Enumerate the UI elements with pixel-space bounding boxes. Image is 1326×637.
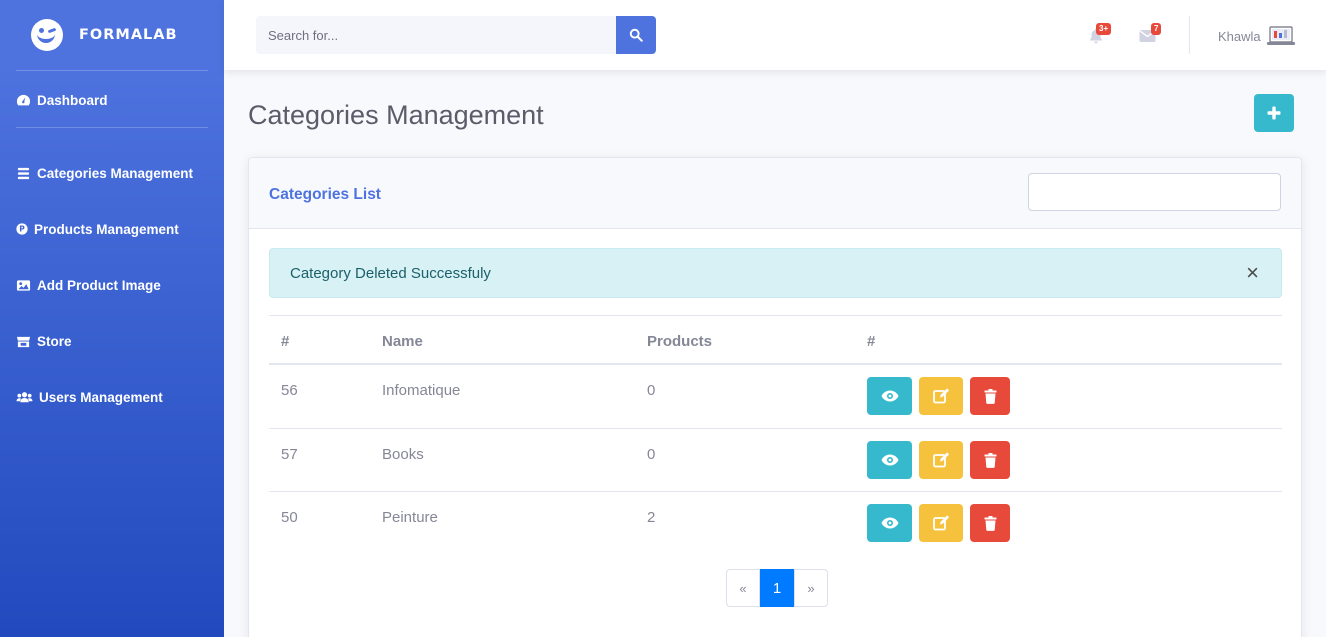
view-button[interactable] <box>867 504 912 542</box>
pagination-page-current[interactable]: 1 <box>760 569 794 607</box>
brand-name: FORMALAB <box>79 27 178 43</box>
table-header: # Name Products # <box>269 315 1282 365</box>
brand[interactable]: FORMALAB <box>0 0 224 70</box>
plus-icon <box>1267 106 1281 120</box>
topbar-divider <box>1189 16 1190 54</box>
eye-icon <box>881 454 898 466</box>
eye-icon <box>881 517 898 529</box>
topbar: 3+ 7 Khawla <box>224 0 1326 70</box>
category-name: Books <box>382 446 424 463</box>
pagination: « 1 » <box>726 569 828 607</box>
sidebar-item-dashboard[interactable]: Dashboard <box>0 90 224 110</box>
sidebar-item-add-product-image[interactable]: Add Product Image <box>0 275 224 295</box>
delete-button[interactable] <box>970 504 1010 542</box>
filter-input[interactable] <box>1028 173 1281 211</box>
sidebar-item-label: Dashboard <box>37 92 108 108</box>
card-title: Categories List <box>269 186 381 203</box>
bars-icon <box>17 167 30 179</box>
categories-card: Categories List Category Deleted Success… <box>248 157 1302 637</box>
eye-icon <box>881 390 898 402</box>
alerts-button[interactable]: 3+ <box>1086 23 1112 45</box>
category-name: Infomatique <box>382 382 461 399</box>
trash-icon <box>984 388 996 404</box>
row-actions <box>867 504 1017 542</box>
category-id: 50 <box>281 509 298 526</box>
product-p-icon: P <box>16 223 28 235</box>
pagination-prev[interactable]: « <box>726 569 760 607</box>
column-header-id: # <box>281 333 290 350</box>
users-icon <box>16 391 33 402</box>
row-actions <box>867 377 1017 415</box>
edit-button[interactable] <box>919 504 963 542</box>
category-id: 56 <box>281 382 298 399</box>
search-icon <box>629 28 643 42</box>
sidebar-divider <box>16 70 208 71</box>
alerts-badge: 3+ <box>1096 23 1112 35</box>
edit-icon <box>932 452 949 468</box>
table-row: 57 Books 0 <box>269 428 1282 491</box>
sidebar-divider <box>16 127 208 128</box>
column-header-name: Name <box>382 333 423 350</box>
trash-icon <box>984 452 996 468</box>
categories-table: # Name Products # 56 Infomatique 0 57 Bo… <box>269 315 1282 554</box>
trash-icon <box>984 515 996 531</box>
column-header-products: Products <box>647 333 713 350</box>
category-products: 2 <box>647 509 656 526</box>
view-button[interactable] <box>867 441 912 479</box>
sidebar-item-label: Categories Management <box>37 165 194 181</box>
category-products: 0 <box>647 382 656 399</box>
user-name[interactable]: Khawla <box>1218 29 1261 44</box>
add-category-button[interactable] <box>1254 94 1294 132</box>
card-header: Categories List <box>249 158 1301 229</box>
search-bar <box>256 16 656 54</box>
tachometer-icon <box>16 94 31 105</box>
messages-badge: 7 <box>1151 23 1162 35</box>
svg-text:P: P <box>19 225 25 234</box>
sidebar-item-label: Store <box>37 333 72 349</box>
image-icon <box>16 279 31 291</box>
sidebar-item-products[interactable]: P Products Management <box>0 219 224 239</box>
success-alert: Category Deleted Successfuly × <box>269 248 1282 298</box>
close-icon[interactable]: × <box>1246 262 1259 284</box>
avatar[interactable] <box>1266 24 1298 48</box>
delete-button[interactable] <box>970 441 1010 479</box>
delete-button[interactable] <box>970 377 1010 415</box>
category-products: 0 <box>647 446 656 463</box>
table-row: 50 Peinture 2 <box>269 491 1282 554</box>
page-title: Categories Management <box>248 100 544 130</box>
sidebar: FORMALAB Dashboard Categories Management… <box>0 0 224 637</box>
edit-icon <box>932 388 949 404</box>
search-input[interactable] <box>256 16 616 54</box>
edit-button[interactable] <box>919 377 963 415</box>
edit-button[interactable] <box>919 441 963 479</box>
messages-button[interactable]: 7 <box>1138 23 1162 45</box>
sidebar-item-users[interactable]: Users Management <box>0 387 224 407</box>
table-row: 56 Infomatique 0 <box>269 365 1282 428</box>
sidebar-item-store[interactable]: Store <box>0 331 224 351</box>
column-header-actions: # <box>867 333 876 350</box>
category-id: 57 <box>281 446 298 463</box>
sidebar-item-label: Add Product Image <box>37 277 161 293</box>
store-icon <box>16 336 31 347</box>
view-button[interactable] <box>867 377 912 415</box>
alert-message: Category Deleted Successfuly <box>290 265 491 282</box>
edit-icon <box>932 515 949 531</box>
pagination-next[interactable]: » <box>794 569 828 607</box>
sidebar-item-label: Users Management <box>39 389 163 405</box>
sidebar-item-label: Products Management <box>34 221 179 237</box>
search-button[interactable] <box>616 16 656 54</box>
winking-face-logo-icon <box>31 19 63 51</box>
sidebar-item-categories[interactable]: Categories Management <box>0 163 224 183</box>
row-actions <box>867 441 1017 479</box>
category-name: Peinture <box>382 509 438 526</box>
